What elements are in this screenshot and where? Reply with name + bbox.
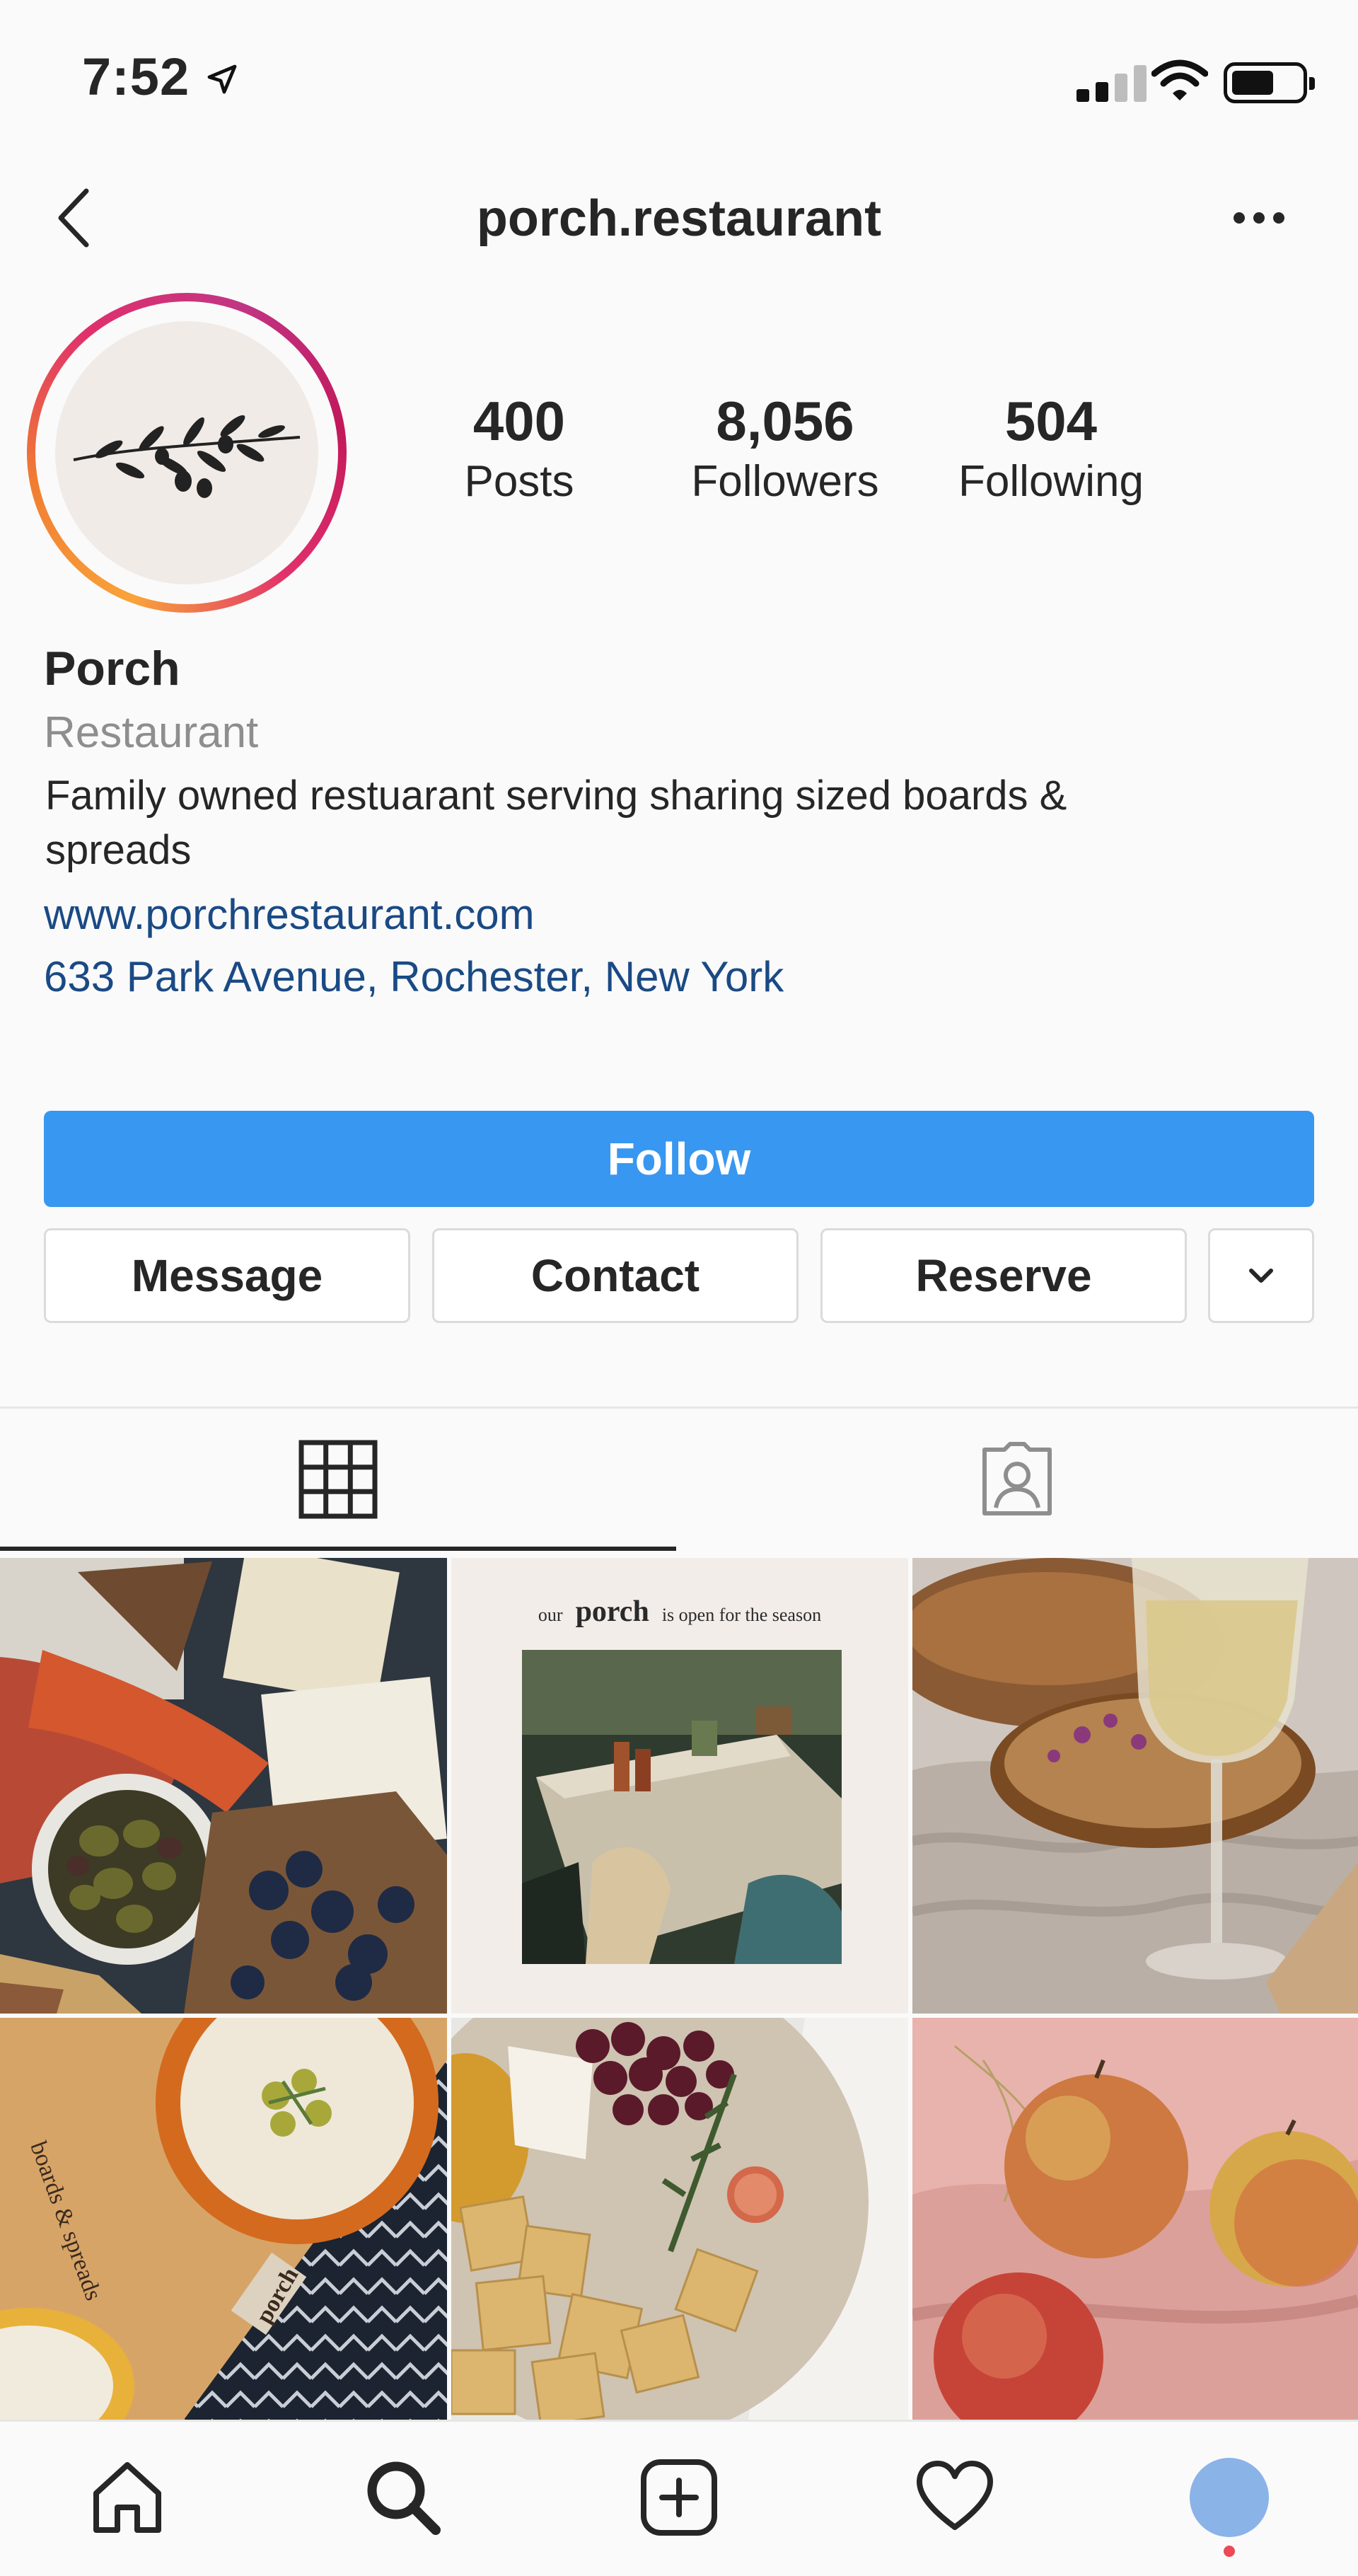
new-post-icon xyxy=(641,2459,717,2536)
bread-wine-image xyxy=(912,1558,1358,2014)
heart-icon xyxy=(917,2461,993,2530)
website-link[interactable]: www.porchrestaurant.com xyxy=(44,890,535,939)
post-thumbnail[interactable] xyxy=(912,2018,1358,2420)
profile-category: Restaurant xyxy=(44,708,259,757)
tagged-icon xyxy=(982,1442,1052,1515)
selected-tab-indicator xyxy=(0,1547,676,1551)
olive-branch-logo xyxy=(73,415,301,498)
nav-search[interactable] xyxy=(354,2455,453,2540)
post-thumbnail[interactable] xyxy=(451,2018,908,2420)
followers-number: 8,056 xyxy=(716,390,854,452)
profile-avatar xyxy=(1190,2458,1269,2537)
nav-home[interactable] xyxy=(78,2455,177,2540)
battery-icon xyxy=(1224,62,1315,103)
followers-label: Followers xyxy=(691,457,879,506)
address-link[interactable]: 633 Park Avenue, Rochester, New York xyxy=(44,952,784,1001)
post-thumbnail[interactable]: our porch is open for the season xyxy=(451,1558,908,2014)
story-ring[interactable] xyxy=(27,293,347,613)
wifi-icon xyxy=(1151,59,1208,100)
apples-image xyxy=(912,2018,1358,2420)
post-caption-overlay: our porch is open for the season xyxy=(451,1595,908,1629)
posts-number: 400 xyxy=(472,390,566,452)
reserve-button[interactable]: Reserve xyxy=(820,1228,1187,1323)
charcuterie-image xyxy=(0,1558,447,2014)
follow-button[interactable]: Follow xyxy=(44,1111,1314,1207)
cellular-signal-icon xyxy=(1076,65,1147,102)
nav-new-post[interactable] xyxy=(629,2455,729,2540)
avatar xyxy=(55,321,318,584)
posts-count[interactable]: 400 Posts xyxy=(413,393,625,504)
caption-our: our xyxy=(538,1605,563,1625)
search-icon xyxy=(367,2461,441,2535)
following-number: 504 xyxy=(1004,390,1098,452)
home-icon xyxy=(93,2462,161,2533)
grid-icon xyxy=(298,1440,378,1519)
nav-profile[interactable] xyxy=(1180,2455,1279,2540)
profile-username-title: porch.restaurant xyxy=(476,190,882,247)
post-thumbnail[interactable]: boards & spreads porch xyxy=(0,2018,447,2420)
patio-table-image xyxy=(522,1650,842,1964)
caption-season: is open for the season xyxy=(661,1605,822,1625)
grapes-crackers-image xyxy=(451,2018,908,2420)
location-arrow-icon xyxy=(207,64,237,94)
profile-name: Porch xyxy=(44,642,180,695)
nav-activity[interactable] xyxy=(905,2455,1004,2540)
more-options-icon[interactable] xyxy=(1234,212,1284,224)
followers-count[interactable]: 8,056 Followers xyxy=(679,393,891,504)
suggested-dropdown-button[interactable] xyxy=(1208,1228,1314,1323)
status-time: 7:52 xyxy=(82,47,190,106)
caption-porch: porch xyxy=(575,1595,649,1628)
tab-tagged[interactable] xyxy=(676,1409,1358,1550)
chevron-down-icon xyxy=(1249,1269,1273,1283)
following-label: Following xyxy=(958,457,1144,506)
profile-bio: Family owned restuarant serving sharing … xyxy=(45,773,1067,873)
tab-posts-grid[interactable] xyxy=(0,1409,676,1550)
posts-label: Posts xyxy=(464,457,574,506)
following-count[interactable]: 504 Following xyxy=(945,393,1157,504)
post-thumbnail[interactable] xyxy=(0,1558,447,2014)
message-button[interactable]: Message xyxy=(44,1228,410,1323)
notification-dot xyxy=(1224,2546,1235,2557)
post-thumbnail[interactable] xyxy=(912,1558,1358,2014)
contact-button[interactable]: Contact xyxy=(432,1228,799,1323)
